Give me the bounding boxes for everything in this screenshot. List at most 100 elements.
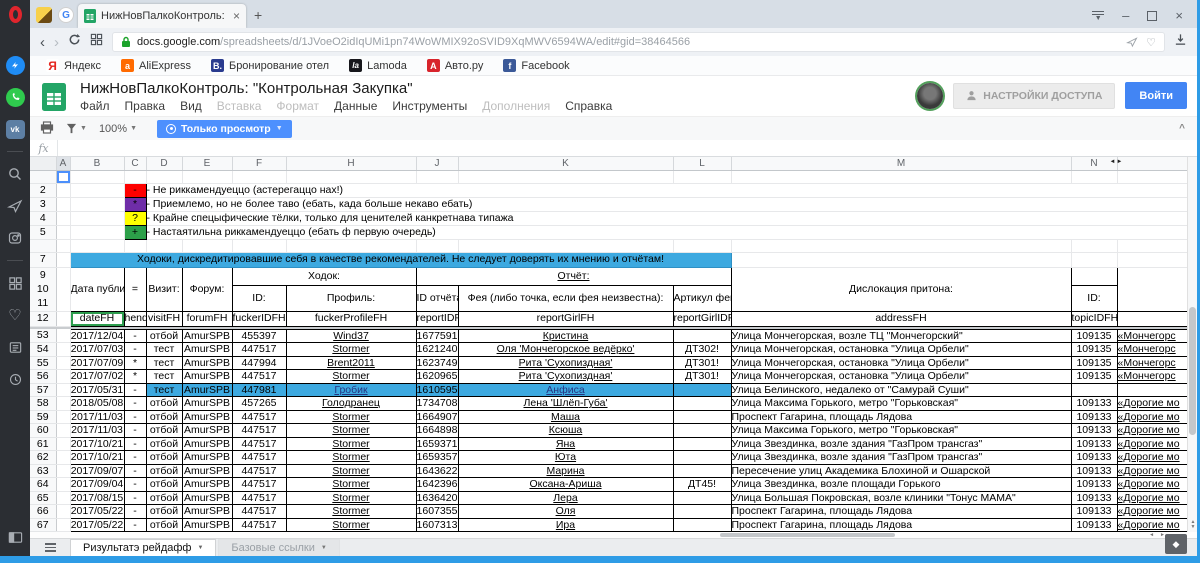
cell-address[interactable]: Улица Мончегорская, остановка "Улица Орб…	[731, 343, 1071, 357]
cell-a[interactable]	[56, 437, 70, 451]
cell-topic-id[interactable]: 109133	[1071, 491, 1117, 505]
row-number[interactable]: 66	[30, 505, 56, 519]
cell-a[interactable]	[56, 505, 70, 519]
header-report-link[interactable]: Отчёт:	[416, 267, 731, 285]
cell-report-id[interactable]: 1643622	[416, 464, 458, 478]
history-clock-icon[interactable]	[4, 368, 26, 390]
column-header-b[interactable]: B	[70, 157, 124, 170]
cell-visit[interactable]: отбой	[146, 410, 182, 424]
bookmark-auto[interactable]: ААвто.ру	[427, 59, 484, 72]
girl-link[interactable]: Кристина	[458, 329, 673, 343]
cell-a[interactable]	[56, 370, 70, 384]
cell-date[interactable]: 2017/05/22	[70, 505, 124, 519]
column-header-f[interactable]: F	[232, 157, 286, 170]
profile-link[interactable]: Brent2011	[286, 356, 416, 370]
profile-link[interactable]: Stormer	[286, 370, 416, 384]
cell-girl-article[interactable]: ДТ45!	[673, 478, 731, 492]
panel-toggle-icon[interactable]	[4, 526, 26, 548]
cell-address[interactable]: Улица Звездинка, возле здания "ГазПром т…	[731, 437, 1071, 451]
topic-link[interactable]: «Мончегорс	[1117, 356, 1187, 370]
cell-a[interactable]	[56, 424, 70, 438]
cell-report-id[interactable]: 1677591	[416, 329, 458, 343]
topic-link[interactable]: «Мончегорс	[1117, 329, 1187, 343]
menu-файл[interactable]: Файл	[80, 99, 110, 113]
cell-a[interactable]	[56, 397, 70, 411]
topic-link[interactable]: «Дорогие мо	[1117, 397, 1187, 411]
legend-color-cell[interactable]: -	[124, 183, 146, 197]
selected-cell-a1[interactable]	[56, 170, 70, 183]
cell-fucker-id[interactable]: 455397	[232, 329, 286, 343]
topic-link[interactable]: «Дорогие мо	[1117, 478, 1187, 492]
cell-fucker-id[interactable]: 447517	[232, 478, 286, 492]
cell-mark[interactable]: -	[124, 464, 146, 478]
legend-text-cell[interactable]: - Настаятильна риккамендуеццо (ебать ф п…	[146, 225, 1187, 239]
header-forum[interactable]: Форум:	[182, 267, 232, 311]
cell-fucker-id[interactable]: 447517	[232, 451, 286, 465]
field-fucker-id[interactable]: fuckerIDFH	[232, 311, 286, 326]
header-report-id[interactable]: ID отчёта:	[416, 285, 458, 311]
cell-date[interactable]: 2017/07/03	[70, 343, 124, 357]
profile-link[interactable]: Wind37	[286, 329, 416, 343]
cell-a[interactable]	[56, 491, 70, 505]
header-hodok-id[interactable]: ID:	[232, 285, 286, 311]
cell-fucker-id[interactable]: 447517	[232, 370, 286, 384]
cell-mark[interactable]: -	[124, 478, 146, 492]
menu-инструменты[interactable]: Инструменты	[392, 99, 467, 113]
cell-fucker-id[interactable]: 447517	[232, 424, 286, 438]
cell-girl-article[interactable]	[673, 329, 731, 343]
cell-mark[interactable]: -	[124, 518, 146, 532]
menu-вид[interactable]: Вид	[180, 99, 202, 113]
row-number[interactable]: 7	[30, 252, 56, 267]
cell-report-id[interactable]: 1659371	[416, 437, 458, 451]
field-girl-id[interactable]: reportGirlIDFH	[673, 311, 731, 326]
row-number[interactable]: 67	[30, 518, 56, 532]
cell-mark[interactable]: *	[124, 370, 146, 384]
girl-link[interactable]: Юта	[458, 451, 673, 465]
cell-report-id[interactable]: 1636420	[416, 491, 458, 505]
bookmark-heart-icon[interactable]: ♡	[1146, 36, 1156, 49]
cell-fucker-id[interactable]: 447517	[232, 410, 286, 424]
cell-forum[interactable]: AmurSPB	[182, 478, 232, 492]
cell-fucker-id[interactable]: 447994	[232, 356, 286, 370]
row-number[interactable]: 53	[30, 329, 56, 343]
field-girl[interactable]: reportGirlFH	[458, 311, 673, 326]
pinned-tab-favicon[interactable]	[36, 7, 52, 23]
cell-date[interactable]: 2017/09/04	[70, 478, 124, 492]
profile-link[interactable]: Stormer	[286, 451, 416, 465]
legend-text-cell[interactable]: - Не риккамендуеццо (астерегаццо нах!)	[146, 183, 1187, 197]
cell-visit[interactable]: отбой	[146, 397, 182, 411]
cell-fucker-id[interactable]: 447517	[232, 437, 286, 451]
cell-address[interactable]: Улица Мончегорская, остановка "Улица Орб…	[731, 356, 1071, 370]
cell-a[interactable]	[56, 518, 70, 532]
profile-link[interactable]: Stormer	[286, 505, 416, 519]
new-tab-button[interactable]: +	[254, 7, 262, 23]
forward-icon[interactable]: ›	[54, 35, 59, 50]
cell-forum[interactable]: AmurSPB	[182, 329, 232, 343]
row-number[interactable]: 60	[30, 424, 56, 438]
cell-date[interactable]: 2017/05/31	[70, 383, 124, 397]
topic-link[interactable]: «Дорогие мо	[1117, 518, 1187, 532]
cell-visit[interactable]: отбой	[146, 491, 182, 505]
cell-a[interactable]	[56, 329, 70, 343]
profile-link[interactable]: Гробик	[286, 383, 416, 397]
cell-a[interactable]	[56, 451, 70, 465]
cell-visit[interactable]: отбой	[146, 518, 182, 532]
field-date[interactable]: dateFH	[70, 311, 124, 326]
field-profile[interactable]: fuckerProfileFH	[286, 311, 416, 326]
header-eq[interactable]: =	[124, 267, 146, 311]
access-settings-button[interactable]: НАСТРОЙКИ ДОСТУПА	[953, 83, 1115, 109]
topic-link[interactable]: «Дорогие мо	[1117, 410, 1187, 424]
cell-forum[interactable]: AmurSPB	[182, 491, 232, 505]
cell-a[interactable]	[56, 478, 70, 492]
topic-link[interactable]: «Дорогие мо	[1117, 505, 1187, 519]
cell-girl-article[interactable]	[673, 464, 731, 478]
header-address[interactable]: Дислокация притона:	[731, 267, 1071, 311]
topic-link[interactable]	[1117, 383, 1187, 397]
cell-forum[interactable]: AmurSPB	[182, 518, 232, 532]
row-numbers-9-11[interactable]: 91011	[30, 267, 56, 311]
horizontal-scrollbar-thumb[interactable]	[720, 533, 895, 537]
cell-visit[interactable]: тест	[146, 383, 182, 397]
row-number[interactable]: 3	[30, 197, 56, 211]
column-header-l[interactable]: L	[673, 157, 731, 170]
column-header-m[interactable]: M	[731, 157, 1071, 170]
